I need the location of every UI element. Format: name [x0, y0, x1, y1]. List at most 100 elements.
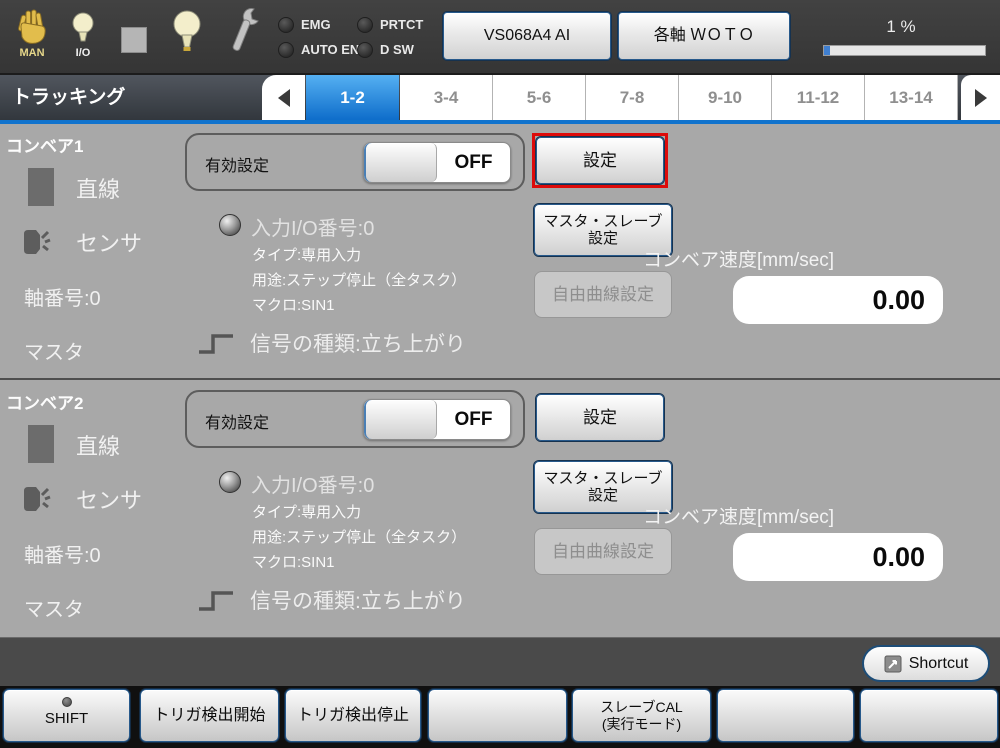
master-label: マスタ	[24, 593, 84, 622]
tab-scroll-left-button[interactable]	[262, 75, 305, 120]
tab-3-4[interactable]: 3-4	[400, 75, 493, 120]
left-arrow-icon	[278, 89, 290, 107]
shift-button-label: SHIFT	[4, 710, 129, 727]
page-title: トラッキング	[12, 75, 125, 120]
io-macro-line: マクロ:SIN1	[252, 294, 335, 315]
enable-setting-label: 有効設定	[205, 409, 269, 433]
shortcut-button[interactable]: Shortcut	[862, 645, 990, 682]
tab-13-14[interactable]: 13-14	[865, 75, 958, 120]
enable-setting-group: 有効設定 OFF	[185, 133, 525, 191]
shift-led	[62, 697, 72, 707]
io-usage-line: 用途:ステップ停止（全タスク）	[252, 526, 466, 547]
tab-1-2[interactable]: 1-2	[306, 75, 399, 120]
sensor-label: センサ	[76, 226, 142, 258]
rising-edge-icon	[197, 332, 235, 356]
section-divider	[0, 378, 1000, 380]
speed-percent-label: 1 %	[820, 17, 982, 37]
sensor-icon	[22, 226, 62, 258]
prtct-label: PRTCT	[380, 17, 423, 32]
emg-label: EMG	[301, 17, 331, 32]
manual-mode-label: MAN	[12, 47, 52, 59]
tab-5-6[interactable]: 5-6	[493, 75, 586, 120]
io-type-line: タイプ:専用入力	[252, 244, 361, 265]
input-io-led	[219, 214, 241, 236]
shortcut-bar: Shortcut	[0, 637, 1000, 686]
settings-button[interactable]: 設定	[536, 137, 664, 184]
enable-toggle[interactable]: OFF	[363, 142, 511, 183]
conveyor-name: コンベア1	[6, 132, 83, 157]
master-slave-line1: マスタ・スレーブ	[535, 213, 671, 230]
function-button-empty-1[interactable]	[428, 689, 567, 742]
auto-en-label: AUTO EN	[301, 42, 359, 57]
tab-scroll-right-button[interactable]	[961, 75, 1000, 120]
toggle-state-label: OFF	[437, 400, 510, 439]
conveyor-speed-value: 0.00	[733, 276, 943, 324]
trigger-detect-start-button[interactable]: トリガ検出開始	[140, 689, 279, 742]
master-label: マスタ	[24, 336, 84, 365]
robot-type-button[interactable]: VS068A4 AI	[443, 12, 611, 60]
speed-progress-fill	[824, 46, 830, 55]
right-arrow-icon	[975, 89, 987, 107]
conveyor-1-section: コンベア1 直線 センサ 軸番号:0 マスタ 有効設定 OFF 入力I/O番号:…	[0, 124, 1000, 377]
motion-mode-button[interactable]: 各軸 ＷＯＴＯ	[618, 12, 790, 60]
wrench-icon	[226, 7, 262, 57]
io-lamp-icon	[71, 11, 95, 47]
sensor-label: センサ	[76, 483, 142, 515]
slave-cal-button[interactable]: スレーブCAL (実行モード)	[572, 689, 711, 742]
free-curve-settings-button[interactable]: 自由曲線設定	[534, 528, 672, 575]
rising-edge-icon	[197, 589, 235, 613]
manual-mode-hand-icon	[16, 9, 48, 47]
lamp-icon	[172, 9, 202, 55]
function-key-bar: SHIFT トリガ検出開始 トリガ検出停止 スレーブCAL (実行モード)	[0, 686, 1000, 748]
free-curve-settings-button[interactable]: 自由曲線設定	[534, 271, 672, 318]
sensor-icon	[22, 483, 62, 515]
trigger-start-label: トリガ検出開始	[141, 690, 278, 741]
enable-setting-group: 有効設定 OFF	[185, 390, 525, 448]
tab-11-12[interactable]: 11-12	[772, 75, 865, 120]
speed-progress-bar	[823, 45, 986, 56]
conveyor-name: コンベア2	[6, 389, 83, 414]
trigger-detect-stop-button[interactable]: トリガ検出停止	[285, 689, 421, 742]
emg-led	[278, 17, 294, 33]
toggle-knob	[364, 400, 437, 439]
straight-line-icon	[28, 425, 54, 463]
enable-toggle[interactable]: OFF	[363, 399, 511, 440]
signal-type-line: 信号の種類:立ち上がり	[250, 585, 466, 615]
trigger-stop-label: トリガ検出停止	[286, 690, 420, 741]
input-io-led	[219, 471, 241, 493]
teach-pendant-screen: MAN I/O EMG AUTO EN PRTCT D SW VS068A4 A…	[0, 0, 1000, 748]
d-sw-led	[357, 42, 373, 58]
settings-button-wrap: 設定	[532, 390, 668, 445]
function-button-empty-2[interactable]	[717, 689, 854, 742]
axis-number-label: 軸番号:0	[24, 282, 101, 311]
shortcut-button-label: Shortcut	[909, 655, 969, 673]
shift-button[interactable]: SHIFT	[3, 689, 130, 742]
conveyor-speed-label: コンベア速度[mm/sec]	[643, 245, 834, 272]
tracking-content: コンベア1 直線 センサ 軸番号:0 マスタ 有効設定 OFF 入力I/O番号:…	[0, 124, 1000, 637]
d-sw-label: D SW	[380, 42, 414, 57]
master-slave-line1: マスタ・スレーブ	[535, 470, 671, 487]
io-usage-line: 用途:ステップ停止（全タスク）	[252, 269, 466, 290]
prtct-led	[357, 17, 373, 33]
io-macro-line: マクロ:SIN1	[252, 551, 335, 572]
slave-cal-line1: スレーブCAL	[573, 699, 710, 716]
conveyor-speed-value: 0.00	[733, 533, 943, 581]
tab-9-10[interactable]: 9-10	[679, 75, 772, 120]
input-io-number: 入力I/O番号:0	[251, 469, 374, 498]
blank-indicator-square	[121, 27, 147, 53]
line-type-label: 直線	[76, 429, 120, 461]
signal-type-line: 信号の種類:立ち上がり	[250, 328, 466, 358]
settings-button-highlight: 設定	[532, 133, 668, 188]
toggle-state-label: OFF	[437, 143, 510, 182]
axis-number-label: 軸番号:0	[24, 539, 101, 568]
line-type-label: 直線	[76, 172, 120, 204]
slave-cal-line2: (実行モード)	[573, 716, 710, 733]
io-type-line: タイプ:専用入力	[252, 501, 361, 522]
function-button-empty-3[interactable]	[860, 689, 998, 742]
shortcut-icon	[884, 655, 902, 673]
input-io-number: 入力I/O番号:0	[251, 212, 374, 241]
tab-7-8[interactable]: 7-8	[586, 75, 679, 120]
settings-button[interactable]: 設定	[536, 394, 664, 441]
toggle-knob	[364, 143, 437, 182]
conveyor-speed-label: コンベア速度[mm/sec]	[643, 502, 834, 529]
